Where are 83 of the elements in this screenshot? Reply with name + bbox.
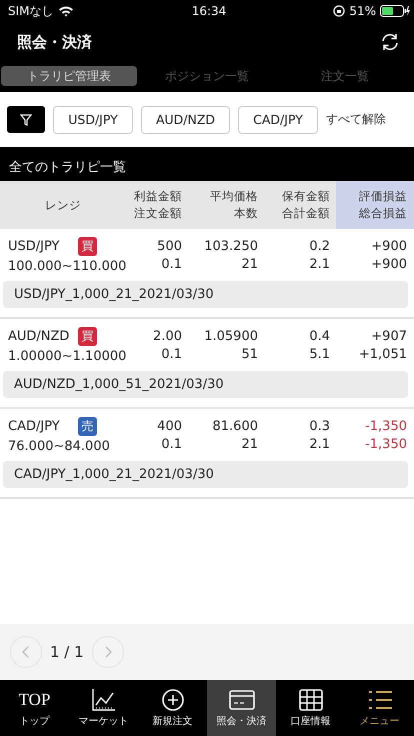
table-cell: +1,051 xyxy=(358,346,407,362)
strategy-name-label: AUD/NZD_1,000_51_2021/03/30 xyxy=(3,371,408,398)
currency-pair: CAD/JPY xyxy=(8,418,61,434)
chevron-right-icon xyxy=(104,646,112,658)
table-cell: -1,350 xyxy=(365,436,407,452)
table-cell: 400 xyxy=(157,418,182,434)
table-cell: 0.1 xyxy=(161,256,182,272)
battery-icon xyxy=(380,5,410,17)
currency-filter-chip[interactable]: AUD/NZD xyxy=(141,106,230,134)
table-cell: 2.1 xyxy=(309,436,330,452)
table-cell: 51 xyxy=(241,346,258,362)
section-title: 全てのトラリピ一覧 xyxy=(0,153,414,181)
table-icon xyxy=(298,688,324,712)
currency-pair: USD/JPY xyxy=(8,238,60,254)
nav-tab[interactable]: 新規注文 xyxy=(138,680,207,736)
table-cell: 0.2 xyxy=(309,238,330,254)
battery-percent: 51% xyxy=(349,4,376,18)
wifi-icon xyxy=(58,5,74,17)
list-icon xyxy=(366,688,392,712)
column-header: 総合損益 xyxy=(359,206,407,221)
filter-icon xyxy=(20,114,32,126)
nav-label: トップ xyxy=(20,714,50,728)
table-cell: 0.1 xyxy=(161,346,182,362)
tab[interactable]: トラリピ管理表 xyxy=(1,66,137,86)
page-title: 照会・決済 xyxy=(17,32,92,52)
currency-pair: AUD/NZD xyxy=(8,328,70,344)
clock-time: 16:34 xyxy=(192,4,226,18)
strategy-name-label: USD/JPY_1,000_21_2021/03/30 xyxy=(3,281,408,308)
currency-filter-chip[interactable]: USD/JPY xyxy=(53,106,133,134)
table-cell: 2.00 xyxy=(153,328,182,344)
table-cell: +900 xyxy=(371,256,407,272)
column-header: 評価損益 xyxy=(359,189,407,204)
table-cell: 0.3 xyxy=(309,418,330,434)
column-header: 平均価格 xyxy=(210,189,258,204)
table-cell: 81.600 xyxy=(212,418,258,434)
chart-icon xyxy=(90,688,116,712)
range-text: 1.00000~1.10000 xyxy=(8,348,128,364)
column-header: 本数 xyxy=(234,206,258,221)
table-cell: +900 xyxy=(371,238,407,254)
buy-badge: 買 xyxy=(78,236,97,256)
card-icon xyxy=(228,688,254,712)
nav-label: メニュー xyxy=(360,715,400,728)
nav-label: マーケット xyxy=(78,715,128,728)
page-indicator: 1 / 1 xyxy=(50,643,84,661)
filter-button[interactable] xyxy=(7,106,45,133)
chevron-left-icon xyxy=(22,646,30,658)
plus-icon xyxy=(160,688,186,712)
table-cell: 5.1 xyxy=(309,346,330,362)
table-cell: 21 xyxy=(241,256,258,272)
table-cell: -1,350 xyxy=(365,418,407,434)
nav-label: 口座情報 xyxy=(290,714,330,728)
nav-tab[interactable]: メニュー xyxy=(345,680,414,736)
table-cell: 0.4 xyxy=(309,328,330,344)
table-cell: 21 xyxy=(241,436,258,452)
column-header: 注文金額 xyxy=(134,206,182,221)
clear-all-link[interactable]: すべて解除 xyxy=(326,111,386,128)
range-text: 76.000~84.000 xyxy=(8,438,111,454)
range-text: 100.000~110.000 xyxy=(8,258,128,274)
strategy-name-label: CAD/JPY_1,000_21_2021/03/30 xyxy=(3,461,408,488)
nav-tab[interactable]: マーケット xyxy=(69,680,138,736)
table-cell: 0.1 xyxy=(161,436,182,452)
top-logo: TOP xyxy=(18,689,50,711)
table-cell: 103.250 xyxy=(204,238,258,254)
sell-badge: 売 xyxy=(78,416,97,436)
nav-label: 新規注文 xyxy=(152,714,192,728)
nav-tab[interactable]: 口座情報 xyxy=(276,680,345,736)
refresh-button[interactable] xyxy=(380,33,400,51)
table-cell: 500 xyxy=(157,238,182,254)
currency-filter-chip[interactable]: CAD/JPY xyxy=(238,106,318,134)
carrier-label: SIMなし xyxy=(8,2,54,20)
buy-badge: 買 xyxy=(78,326,97,346)
nav-label: 照会・決済 xyxy=(216,714,266,728)
column-header: レンジ xyxy=(45,198,81,212)
nav-tab[interactable]: 照会・決済 xyxy=(207,680,276,736)
table-cell: +907 xyxy=(371,328,407,344)
column-header: 合計金額 xyxy=(282,206,330,221)
nav-tab[interactable]: TOP トップ xyxy=(0,680,69,736)
lock-rotation-icon xyxy=(333,5,346,17)
refresh-icon xyxy=(380,33,400,51)
column-header: 保有金額 xyxy=(282,189,330,204)
table-cell: 2.1 xyxy=(309,256,330,272)
column-header: 利益金額 xyxy=(134,189,182,204)
table-cell: 1.05900 xyxy=(204,328,258,344)
